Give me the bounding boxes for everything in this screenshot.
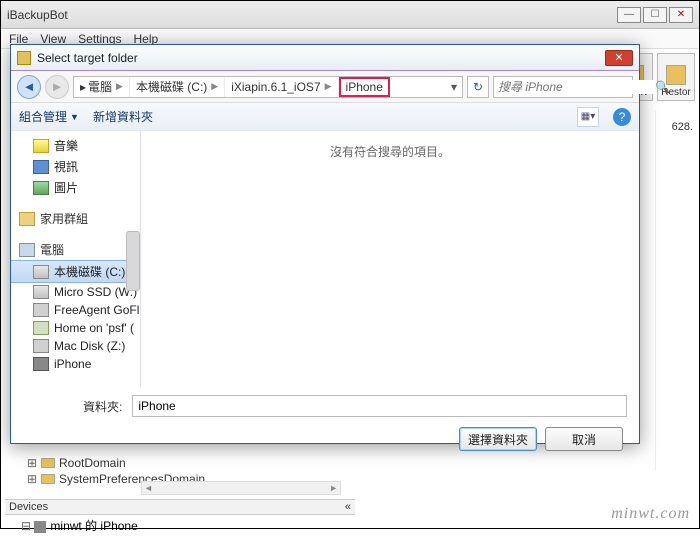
breadcrumb-dropdown[interactable]: ▾ <box>446 80 462 94</box>
restore-button[interactable]: Restor <box>657 53 695 101</box>
devices-header: Devices« <box>5 499 355 515</box>
breadcrumb-item[interactable]: ▸ 電腦▶ <box>74 77 130 97</box>
app-title: iBackupBot <box>7 8 617 22</box>
select-folder-dialog: Select target folder ✕ ◄ ► ▸ 電腦▶ 本機磁碟 (C… <box>10 44 640 444</box>
new-folder-button[interactable]: 新增資料夾 <box>93 108 153 125</box>
sidebar-homegroup[interactable]: 家用群組 <box>11 206 140 229</box>
help-icon[interactable]: ? <box>613 108 631 126</box>
external-drive-icon <box>33 339 49 353</box>
size-value: 628. <box>672 121 693 133</box>
phone-icon <box>34 521 46 533</box>
view-mode-button[interactable]: ▦▾ <box>577 107 599 127</box>
sidebar-item-music[interactable]: 音樂 <box>11 135 140 156</box>
sidebar: 音樂 視訊 圖片 家用群組 電腦 本機磁碟 (C:) Micro SSD (W:… <box>11 131 141 387</box>
sidebar-drive-freeagent[interactable]: FreeAgent GoFl <box>11 301 140 319</box>
minimize-button[interactable]: — <box>617 7 641 23</box>
close-button[interactable]: ✕ <box>669 7 693 23</box>
folder-icon <box>17 51 31 65</box>
right-pane: 628. <box>655 111 695 471</box>
sidebar-iphone[interactable]: iPhone <box>11 355 140 373</box>
cancel-button[interactable]: 取消 <box>545 427 623 451</box>
folder-label: 資料夾: <box>83 398 122 415</box>
picture-icon <box>33 181 49 195</box>
maximize-button[interactable]: ☐ <box>643 7 667 23</box>
file-pane: 沒有符合搜尋的項目。 <box>141 131 639 387</box>
breadcrumb[interactable]: ▸ 電腦▶ 本機磁碟 (C:)▶ iXiapin.6.1_iOS7▶ iPhon… <box>73 76 463 98</box>
sidebar-item-pictures[interactable]: 圖片 <box>11 177 140 198</box>
external-drive-icon <box>33 303 49 317</box>
expand-icon[interactable]: ⊞ <box>27 472 37 486</box>
watermark: minwt.com <box>611 505 690 523</box>
drive-icon <box>33 285 49 299</box>
sidebar-drive-c[interactable]: 本機磁碟 (C:) <box>11 260 140 283</box>
folder-name-input[interactable] <box>132 395 627 417</box>
dialog-close-button[interactable]: ✕ <box>605 50 633 66</box>
device-item[interactable]: ⊟ minwt 的 iPhone <box>21 517 339 534</box>
search-icon: 🔍 <box>655 80 670 94</box>
folder-icon <box>41 458 55 468</box>
nav-back-button[interactable]: ◄ <box>17 75 41 99</box>
refresh-button[interactable]: ↻ <box>467 76 489 98</box>
empty-message: 沒有符合搜尋的項目。 <box>330 145 450 159</box>
sidebar-scrollbar[interactable] <box>126 231 140 291</box>
sidebar-computer[interactable]: 電腦 <box>11 237 140 260</box>
search-box[interactable]: 🔍 <box>493 76 633 98</box>
sidebar-drive-w[interactable]: Micro SSD (W:) <box>11 283 140 301</box>
breadcrumb-item[interactable]: iXiapin.6.1_iOS7▶ <box>225 77 338 97</box>
scrollbar[interactable]: ◄► <box>141 481 341 495</box>
sidebar-drive-mac[interactable]: Mac Disk (Z:) <box>11 337 140 355</box>
sidebar-item-video[interactable]: 視訊 <box>11 156 140 177</box>
chevron-icon[interactable]: « <box>345 501 351 513</box>
sidebar-drive-psf[interactable]: Home on 'psf' ( <box>11 319 140 337</box>
dialog-title: Select target folder <box>37 51 605 65</box>
video-icon <box>33 160 49 174</box>
computer-icon <box>19 243 35 257</box>
folder-icon <box>41 474 55 484</box>
organize-menu[interactable]: 組合管理 ▼ <box>19 108 79 125</box>
network-drive-icon <box>33 321 49 335</box>
drive-icon <box>33 265 49 279</box>
nav-forward-button[interactable]: ► <box>45 75 69 99</box>
search-input[interactable] <box>498 80 655 94</box>
select-folder-button[interactable]: 選擇資料夾 <box>459 427 537 451</box>
phone-icon <box>33 357 49 371</box>
app-titlebar: iBackupBot — ☐ ✕ <box>1 1 699 29</box>
breadcrumb-item-current[interactable]: iPhone <box>339 77 390 97</box>
breadcrumb-item[interactable]: 本機磁碟 (C:)▶ <box>130 77 225 97</box>
music-icon <box>33 139 49 153</box>
homegroup-icon <box>19 212 35 226</box>
